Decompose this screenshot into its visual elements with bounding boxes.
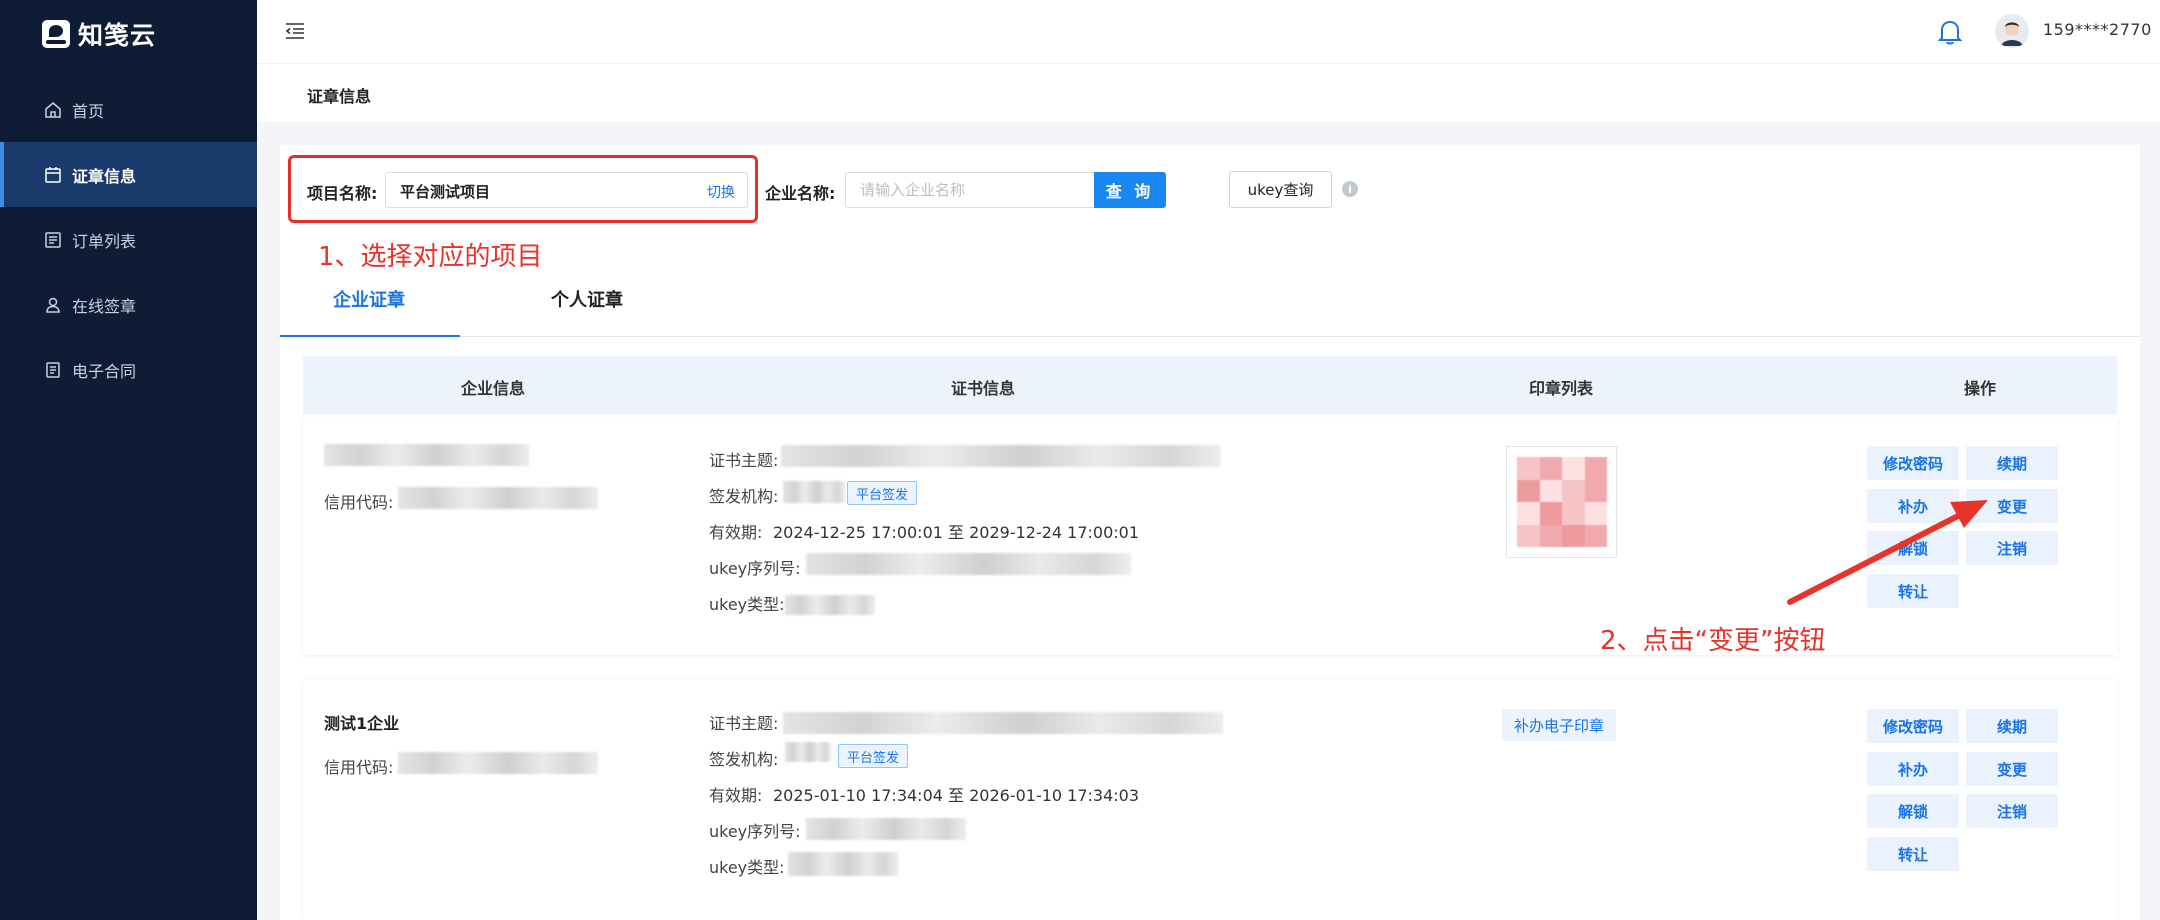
company-search-input[interactable]	[845, 172, 1095, 208]
redacted-cert-subject	[783, 712, 1223, 734]
calendar-icon	[44, 166, 62, 184]
project-selector[interactable]: 平台测试项目 切换	[385, 172, 748, 208]
cancel-button[interactable]: 注销	[1966, 531, 2058, 565]
issuer-label: 签发机构:	[709, 750, 779, 769]
tab-active-indicator	[280, 335, 460, 337]
sidebar-item-contracts[interactable]: 电子合同	[0, 337, 257, 402]
unlock-button[interactable]: 解锁	[1867, 794, 1959, 828]
validity-label: 有效期:	[709, 786, 763, 805]
redacted-credit-code	[398, 752, 598, 774]
validity-value: 2025-01-10 17:34:04 至 2026-01-10 17:34:0…	[773, 786, 1140, 805]
change-button[interactable]: 变更	[1966, 489, 2058, 523]
ukey-serial-label: ukey序列号:	[709, 559, 801, 578]
sidebar-item-label: 订单列表	[72, 231, 137, 251]
table-row: 测试1企业 信用代码: 证书主题: 签发机构: 平台签发 有效期: 2025-0…	[303, 680, 2117, 920]
logo-text: 知笺云	[78, 21, 157, 50]
redacted-ukey-type	[788, 852, 898, 876]
validity-value: 2024-12-25 17:00:01 至 2029-12-24 17:00:0…	[773, 523, 1140, 542]
sidebar-item-home[interactable]: 首页	[0, 77, 257, 142]
cancel-button[interactable]: 注销	[1966, 794, 2058, 828]
change-password-button[interactable]: 修改密码	[1867, 709, 1959, 743]
company-name: 测试1企业	[324, 714, 400, 733]
cert-subject-label: 证书主题:	[709, 451, 779, 470]
query-button[interactable]: 查 询	[1094, 172, 1166, 208]
home-icon	[44, 101, 62, 119]
app-logo[interactable]: 知笺云	[42, 18, 156, 50]
redacted-ukey-serial	[806, 553, 1131, 575]
redacted-ukey-serial	[806, 818, 966, 840]
issuer-label: 签发机构:	[709, 487, 779, 506]
redacted-ukey-type	[785, 595, 875, 615]
reissue-button[interactable]: 补办	[1867, 752, 1959, 786]
column-header: 印章列表	[1528, 379, 1594, 398]
info-icon[interactable]: i	[1342, 181, 1358, 197]
user-stamp-icon	[44, 296, 62, 314]
redacted-issuer	[783, 481, 845, 503]
unlock-button[interactable]: 解锁	[1867, 531, 1959, 565]
annotation-step2: 2、点击“变更”按钮	[1600, 626, 1826, 656]
redacted-company-name	[324, 444, 529, 466]
reissue-button[interactable]: 补办	[1867, 489, 1959, 523]
transfer-button[interactable]: 转让	[1867, 837, 1959, 871]
change-button[interactable]: 变更	[1966, 752, 2058, 786]
menu-collapse-icon[interactable]	[285, 22, 305, 40]
seal-image[interactable]	[1506, 446, 1617, 558]
column-header: 证书信息	[950, 379, 1016, 398]
change-password-button[interactable]: 修改密码	[1867, 446, 1959, 480]
notification-bell-icon[interactable]	[1937, 18, 1963, 46]
tab-personal-seal[interactable]: 个人证章	[551, 286, 623, 312]
sidebar: 知笺云 首页 证章信息 订单列表 在线签章 电子合同	[0, 0, 257, 920]
validity-label: 有效期:	[709, 523, 763, 542]
table-header: 企业信息 证书信息 印章列表 操作	[303, 356, 2117, 414]
sidebar-item-label: 证章信息	[72, 166, 137, 186]
renew-button[interactable]: 续期	[1966, 446, 2058, 480]
sidebar-item-label: 首页	[72, 101, 105, 121]
list-icon	[44, 231, 62, 249]
ukey-type-label: ukey类型:	[709, 595, 785, 614]
column-header: 企业信息	[460, 379, 526, 398]
issuer-tag: 平台签发	[838, 744, 909, 768]
table-row: 信用代码: 证书主题: 签发机构: 平台签发 有效期: 2024-12-25 1…	[303, 417, 2117, 655]
tab-bar: 企业证章 个人证章	[280, 260, 2140, 337]
redacted-cert-subject	[781, 445, 1221, 467]
credit-code-label: 信用代码:	[324, 758, 394, 777]
renew-button[interactable]: 续期	[1966, 709, 2058, 743]
sidebar-item-orders[interactable]: 订单列表	[0, 207, 257, 272]
cert-subject-label: 证书主题:	[709, 714, 779, 733]
issuer-tag: 平台签发	[847, 481, 918, 505]
credit-code-label: 信用代码:	[324, 493, 394, 512]
user-phone[interactable]: 159****2770	[2043, 20, 2152, 39]
page-title: 证章信息	[307, 87, 372, 106]
ukey-type-label: ukey类型:	[709, 858, 785, 877]
sidebar-item-label: 在线签章	[72, 296, 137, 316]
sidebar-nav: 首页 证章信息 订单列表 在线签章 电子合同	[0, 77, 257, 402]
avatar[interactable]	[1995, 14, 2029, 48]
project-label: 项目名称:	[307, 184, 378, 203]
ukey-serial-label: ukey序列号:	[709, 822, 801, 841]
ukey-query-button[interactable]: ukey查询	[1229, 171, 1332, 208]
seal-preview	[1517, 457, 1607, 547]
sidebar-item-cert-info[interactable]: 证章信息	[0, 142, 257, 207]
tab-enterprise-seal[interactable]: 企业证章	[333, 286, 405, 312]
transfer-button[interactable]: 转让	[1867, 574, 1959, 608]
column-header: 操作	[1963, 379, 1997, 398]
top-bar: 159****2770	[257, 0, 2160, 64]
project-value: 平台测试项目	[400, 183, 491, 201]
breadcrumb-bar: 证章信息	[257, 64, 2160, 122]
document-icon	[44, 361, 62, 379]
add-electronic-seal-button[interactable]: 补办电子印章	[1502, 709, 1617, 741]
redacted-issuer	[785, 742, 831, 762]
sidebar-item-label: 电子合同	[72, 361, 137, 381]
redacted-credit-code	[398, 487, 598, 509]
company-label: 企业名称:	[765, 184, 836, 203]
sidebar-item-online-sign[interactable]: 在线签章	[0, 272, 257, 337]
switch-project-link[interactable]: 切换	[707, 182, 735, 202]
logo-icon	[42, 20, 70, 48]
